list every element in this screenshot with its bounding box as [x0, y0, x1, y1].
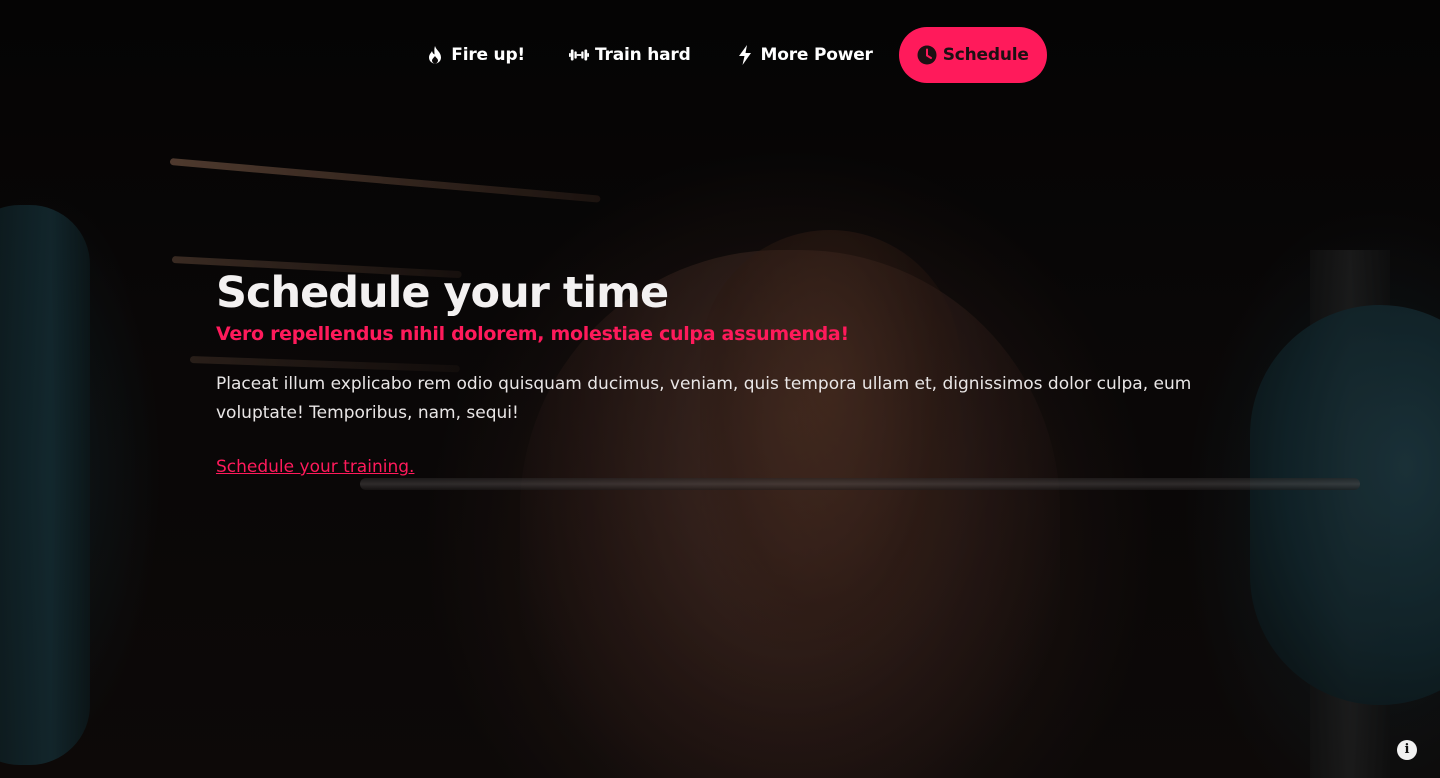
hero-subtitle: Vero repellendus nihil dolorem, molestia…	[216, 323, 849, 345]
nav-item-label: Train hard	[594, 45, 691, 65]
nav-item-label: Schedule	[942, 45, 1029, 65]
main-nav: Fire up! Train hard More Power Schedule	[0, 27, 1440, 83]
nav-item-label: More Power	[760, 45, 873, 65]
hero-section: Fire up! Train hard More Power Schedule …	[0, 0, 1440, 778]
hero-body-text: Placeat illum explicabo rem odio quisqua…	[216, 374, 1192, 423]
flame-icon	[425, 45, 445, 65]
nav-item-train-hard[interactable]: Train hard	[551, 27, 709, 83]
nav-item-label: Fire up!	[451, 45, 525, 65]
lightning-bolt-icon	[735, 45, 755, 65]
nav-item-fire-up[interactable]: Fire up!	[407, 27, 543, 83]
schedule-training-link[interactable]: Schedule your training.	[216, 454, 414, 480]
hero-content: Schedule your time Vero repellendus nihi…	[216, 266, 1226, 480]
clock-icon	[917, 45, 937, 65]
page-title: Schedule your time	[216, 268, 669, 318]
dumbbell-icon	[568, 45, 589, 65]
info-icon[interactable]: i	[1397, 740, 1417, 760]
nav-item-more-power[interactable]: More Power	[717, 27, 891, 83]
nav-item-schedule[interactable]: Schedule	[898, 27, 1047, 83]
